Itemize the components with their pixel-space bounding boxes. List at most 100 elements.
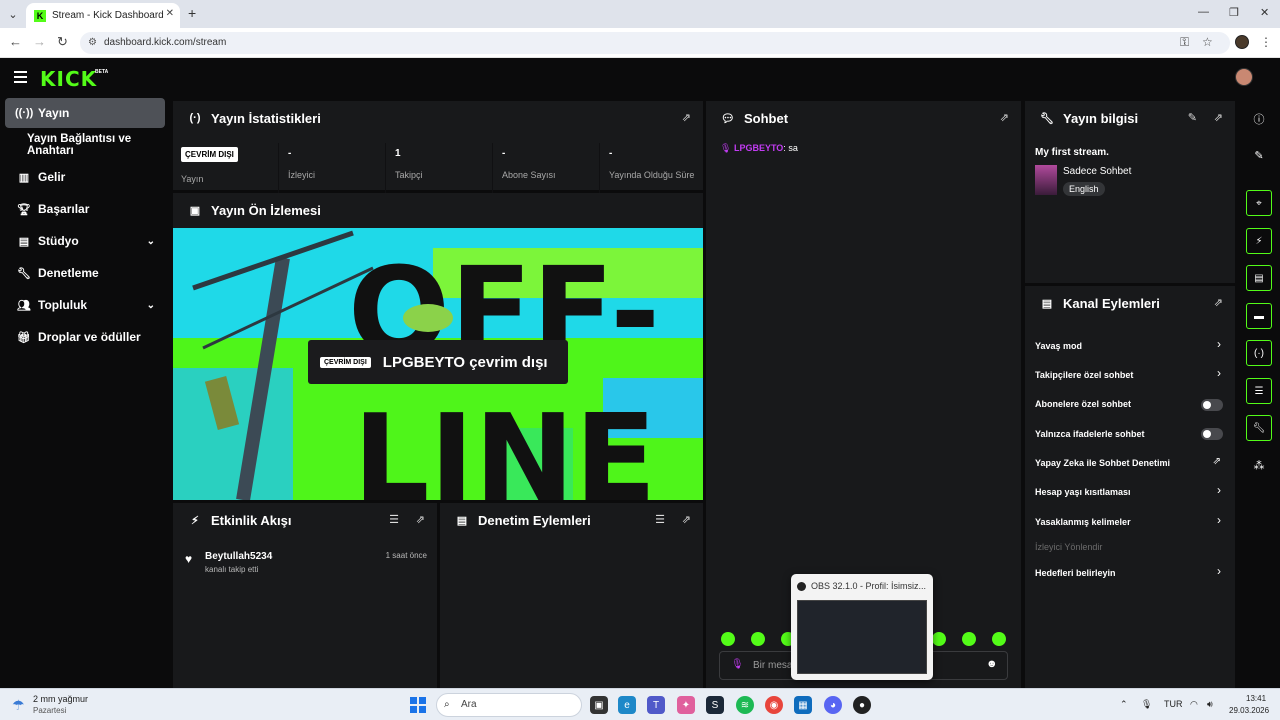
clock-date[interactable]: 29.03.2026	[1229, 706, 1269, 715]
chevron-right-icon[interactable]: ›	[1217, 366, 1221, 380]
emote-icon[interactable]	[992, 632, 1006, 646]
browser-profile-avatar[interactable]	[1235, 35, 1249, 49]
emote-icon[interactable]	[962, 632, 976, 646]
document-icon[interactable]: ▤	[1246, 265, 1272, 291]
back-icon[interactable]: ←	[9, 34, 22, 49]
chat-username[interactable]: LPGBEYTO	[734, 143, 783, 153]
rain-cloud-icon[interactable]: ☂	[12, 697, 25, 714]
emoji-picker-icon[interactable]: ☻	[986, 658, 998, 670]
tab-close-icon[interactable]: ✕	[166, 8, 174, 19]
popout-icon[interactable]: ⇗	[1214, 296, 1223, 309]
popout-icon[interactable]: ⇗	[1000, 111, 1009, 124]
volume-icon[interactable]: 🔊︎	[1207, 699, 1213, 710]
obs-icon[interactable]: ●	[853, 696, 871, 714]
obs-taskbar-preview[interactable]: OBS 32.1.0 - Profil: İsimsiz...	[791, 574, 933, 680]
filter-icon[interactable]: ☰	[655, 513, 665, 526]
right-rail: ⓘ ✎ ⌖ ⚡︎ ▤ ▬ (·) ☰ 🔧︎ ⁂	[1238, 98, 1280, 688]
external-link-icon[interactable]: ⇗	[1213, 456, 1221, 467]
sidebar-item-revenue[interactable]: ▥ Gelir	[5, 162, 165, 192]
chevron-right-icon[interactable]: ›	[1217, 483, 1221, 497]
sidebar-item-moderation[interactable]: 🔧︎ Denetleme	[5, 258, 165, 288]
tray-chevron-icon[interactable]: ⌃	[1120, 699, 1128, 710]
weather-text[interactable]: 2 mm yağmur	[33, 694, 88, 704]
reload-icon[interactable]: ↻	[57, 34, 68, 50]
user-avatar[interactable]	[1235, 68, 1253, 86]
popout-icon[interactable]: ⇗	[1214, 111, 1223, 124]
maximize-icon[interactable]: ❐	[1229, 6, 1239, 19]
action-banned-words[interactable]: Yasaklanmış kelimeler	[1035, 517, 1225, 527]
new-tab-icon[interactable]: +	[188, 5, 196, 21]
sidebar-item-stream[interactable]: ((·)) Yayın	[5, 98, 165, 128]
popout-icon[interactable]: ⇗	[416, 513, 425, 526]
taskbar-search[interactable]: Ara	[436, 693, 582, 717]
kick-logo[interactable]: KICK	[40, 67, 97, 91]
edge-icon[interactable]: e	[618, 696, 636, 714]
teams-icon[interactable]: T	[647, 696, 665, 714]
emote-icon[interactable]	[721, 632, 735, 646]
sidebar-item-achievements[interactable]: 🏆︎ Başarılar	[5, 194, 165, 224]
windows-start-icon[interactable]	[410, 697, 426, 713]
chat-header: 💬︎ Sohbet	[706, 101, 1021, 135]
tab-search-icon[interactable]: ⌄	[4, 5, 22, 23]
broadcast-icon[interactable]: (·)	[1246, 340, 1272, 366]
channel-actions-header: ▤ Kanal Eylemleri	[1025, 286, 1235, 320]
site-info-icon[interactable]: ⚙	[88, 37, 97, 48]
action-set-goals[interactable]: Hedefleri belirleyin	[1035, 568, 1225, 578]
popout-icon[interactable]: ⇗	[682, 513, 691, 526]
chrome-icon[interactable]: ◉	[765, 696, 783, 714]
bookmark-star-icon[interactable]: ☆	[1202, 35, 1213, 49]
chevron-right-icon[interactable]: ›	[1217, 564, 1221, 578]
subscribers-only-toggle[interactable]	[1201, 399, 1223, 411]
focus-icon[interactable]: ⌖	[1246, 190, 1272, 216]
browser-menu-icon[interactable]: ⋮	[1260, 35, 1272, 49]
sidebar-item-drops[interactable]: 🎁︎ Droplar ve ödüller	[5, 322, 165, 352]
bolt-icon[interactable]: ⚡︎	[1246, 228, 1272, 254]
microphone-icon[interactable]: 🎙︎	[1141, 699, 1152, 710]
emote-only-toggle[interactable]	[1201, 428, 1223, 440]
input-language[interactable]: TUR	[1164, 699, 1183, 709]
wifi-icon[interactable]: ◠	[1190, 699, 1198, 710]
info-icon[interactable]: ⓘ	[1246, 106, 1272, 132]
forward-icon[interactable]: →	[33, 34, 46, 49]
server-icon[interactable]: ☰	[1246, 378, 1272, 404]
store-icon[interactable]: ▦	[794, 696, 812, 714]
emote-icon[interactable]	[751, 632, 765, 646]
chart-icon: ▥	[18, 171, 30, 184]
discord-icon[interactable]: ◕	[824, 696, 842, 714]
popout-icon[interactable]: ⇗	[682, 111, 691, 124]
weather-day[interactable]: Pazartesi	[33, 706, 66, 715]
window-close-icon[interactable]: ✕	[1260, 6, 1269, 19]
steam-icon[interactable]: S	[706, 696, 724, 714]
action-ai-moderation[interactable]: Yapay Zeka ile Sohbet Denetimi	[1035, 458, 1225, 468]
sidebar-item-stream-key[interactable]: Yayın Bağlantısı ve Anahtarı	[5, 130, 170, 160]
wrench-icon[interactable]: 🔧︎	[1246, 415, 1272, 441]
password-key-icon[interactable]: ⚿	[1180, 35, 1189, 50]
chevron-right-icon[interactable]: ›	[1217, 337, 1221, 351]
spotify-icon[interactable]: ≋	[736, 696, 754, 714]
emote-icon[interactable]	[932, 632, 946, 646]
chevron-right-icon[interactable]: ›	[1217, 513, 1221, 527]
sidebar: ((·)) Yayın Yayın Bağlantısı ve Anahtarı…	[0, 98, 170, 688]
sidebar-item-community[interactable]: 👥︎ Topluluk ⌄	[5, 290, 165, 320]
activity-user[interactable]: Beytullah5234	[205, 551, 272, 562]
action-followers-only[interactable]: Takipçilere özel sohbet	[1035, 370, 1225, 380]
filter-icon[interactable]: ☰	[389, 513, 399, 526]
minimize-icon[interactable]: —	[1198, 6, 1209, 18]
action-slow-mode[interactable]: Yavaş mod	[1035, 341, 1225, 351]
heart-icon: ♥	[185, 552, 193, 566]
sidebar-item-studio[interactable]: ▤ Stüdyo ⌄	[5, 226, 165, 256]
chat-bubble-icon[interactable]: ▬	[1246, 303, 1272, 329]
panel-title: Denetim Eylemleri	[478, 512, 591, 528]
document-icon: ▤	[456, 514, 468, 527]
edit-icon[interactable]: ✎	[1246, 142, 1272, 168]
copilot-icon[interactable]: ✦	[677, 696, 695, 714]
url-field[interactable]: dashboard.kick.com/stream	[80, 32, 1230, 54]
menu-icon[interactable]	[14, 71, 27, 86]
action-account-age[interactable]: Hesap yaşı kısıtlaması	[1035, 487, 1225, 497]
clock-time[interactable]: 13:41	[1246, 694, 1266, 703]
edit-pencil-icon[interactable]: ✎	[1188, 111, 1197, 124]
sidebar-item-label: Yayın Bağlantısı ve Anahtarı	[27, 133, 132, 157]
browser-tab[interactable]: K Stream - Kick Dashboard ✕	[26, 3, 180, 28]
add-widget-icon[interactable]: ⁂	[1246, 452, 1272, 478]
task-view-icon[interactable]: ▣	[590, 696, 608, 714]
